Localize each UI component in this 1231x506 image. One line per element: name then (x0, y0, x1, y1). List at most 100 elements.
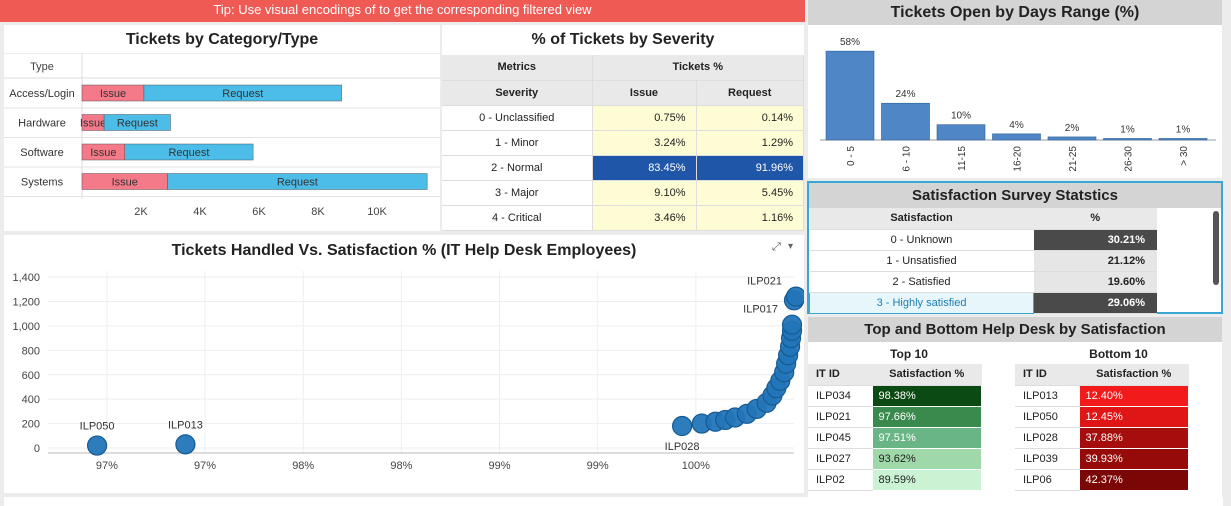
days-bar[interactable] (1103, 138, 1152, 141)
satisfaction-header: Satisfaction (809, 208, 1034, 230)
top-row[interactable]: ILP02 89.59% (808, 468, 982, 491)
bottom-row[interactable]: ILP013 12.40% (1015, 384, 1189, 407)
severity-label: 3 - Major (442, 180, 593, 206)
bar-label: Request (277, 177, 318, 189)
days-bar[interactable] (825, 50, 875, 141)
top-id-cell: ILP02 (808, 469, 872, 491)
scatter-chart: 1,400 1,200 1,000 800 600 400 200 0 97% 97% 98% 98%… (12, 271, 804, 472)
x-tick-label: 4K (193, 206, 207, 218)
x-tick-label: 10K (367, 206, 387, 218)
scatter-point[interactable] (86, 435, 108, 456)
bottom-heading: Bottom 10 (1089, 347, 1148, 361)
top-row[interactable]: ILP027 93.62% (808, 447, 982, 470)
issue-pct-cell[interactable]: 0.75% (592, 105, 697, 131)
top-id-cell: ILP045 (808, 427, 872, 449)
pct-header: % (1033, 208, 1157, 230)
days-bar[interactable] (1158, 138, 1208, 141)
severity-row[interactable]: 1 - Minor 3.24% 1.29% (442, 130, 804, 156)
survey-row[interactable]: 2 - Satisfied 19.60% (809, 271, 1157, 293)
scatter-point[interactable] (671, 415, 693, 437)
survey-pct-cell[interactable]: 30.21% (1033, 229, 1157, 251)
days-category-label: 11-15 (957, 146, 968, 171)
severity-row[interactable]: 0 - Unclassified 0.75% 0.14% (442, 105, 804, 131)
scatter-point[interactable] (785, 286, 804, 307)
tip-banner: Tip: Use visual encodings of to get the … (0, 0, 805, 22)
issue-pct-cell[interactable]: 3.46% (592, 205, 697, 231)
bottom-pct-cell[interactable]: 39.93% (1078, 447, 1189, 470)
bottom-row[interactable]: ILP039 39.93% (1015, 447, 1189, 470)
survey-pct-cell[interactable]: 19.60% (1033, 271, 1157, 293)
bottom-row[interactable]: ILP06 42.37% (1015, 468, 1189, 491)
request-pct-cell[interactable]: 0.14% (696, 105, 804, 131)
survey-table: Satisfaction % 0 - Unknown 30.21% 1 - Unsa… (809, 208, 1157, 314)
severity-table: Metrics Tickets % Severity Issue Request… (442, 55, 804, 231)
days-category-label: 6 - 10 (902, 146, 913, 172)
x-tick-label: 100% (682, 460, 710, 472)
top-pct-cell[interactable]: 93.62% (871, 447, 982, 470)
top-id-cell: ILP027 (808, 448, 872, 470)
issue-pct-cell[interactable]: 83.45% (592, 155, 697, 181)
severity-title: % of Tickets by Severity (531, 31, 715, 48)
days-value-label: 58% (840, 37, 860, 48)
days-value-label: 2% (1065, 123, 1080, 134)
bottom-pct-cell[interactable]: 12.40% (1078, 384, 1189, 407)
category-label: Systems (21, 177, 64, 189)
menu-chevron-down-icon[interactable]: ▾ (788, 241, 793, 252)
y-tick-label: 800 (22, 345, 40, 357)
severity-row[interactable]: 4 - Critical 3.46% 1.16% (442, 205, 804, 231)
request-pct-cell[interactable]: 1.29% (696, 130, 804, 156)
survey-pct-cell[interactable]: 29.06% (1033, 292, 1157, 314)
bar-label: Issue (90, 147, 116, 159)
request-pct-cell[interactable]: 5.45% (696, 180, 804, 206)
days-bar[interactable] (936, 124, 986, 141)
survey-pct-cell[interactable]: 21.12% (1033, 250, 1157, 272)
y-tick-label: 0 (34, 443, 40, 455)
top-row[interactable]: ILP034 98.38% (808, 384, 982, 407)
days-bar[interactable] (881, 102, 930, 141)
survey-row[interactable]: 3 - Highly satisfied 29.06% (809, 291, 1157, 314)
issue-pct-cell[interactable]: 3.24% (592, 130, 697, 156)
days-bar[interactable] (1047, 136, 1097, 141)
severity-row[interactable]: 3 - Major 9.10% 5.45% (442, 180, 804, 206)
top-row[interactable]: ILP021 97.66% (808, 405, 982, 428)
category-label: Software (20, 147, 63, 159)
bar-label: Request (168, 147, 209, 159)
survey-scrollbar[interactable] (1213, 211, 1219, 285)
top-table-wrap: Top 10 IT ID Satisfaction % ILP034 98.38%… (808, 344, 1010, 491)
bottom-row[interactable]: ILP028 37.88% (1015, 426, 1189, 449)
bottom-pct-cell[interactable]: 37.88% (1078, 426, 1189, 449)
request-pct-cell[interactable]: 1.16% (696, 205, 804, 231)
bottom-pct-cell[interactable]: 12.45% (1078, 405, 1189, 428)
issue-pct-cell[interactable]: 9.10% (592, 180, 697, 206)
scatter-point[interactable] (175, 434, 196, 455)
top-pct-header: Satisfaction % (872, 364, 982, 386)
top-pct-cell[interactable]: 97.66% (871, 405, 982, 428)
top-id-cell: ILP034 (808, 385, 872, 407)
severity-label: 4 - Critical (442, 205, 593, 231)
scatter-point[interactable] (781, 314, 803, 335)
expand-icon[interactable]: ⤢ (772, 241, 781, 254)
top-row[interactable]: ILP045 97.51% (808, 426, 982, 449)
top-pct-cell[interactable]: 89.59% (871, 468, 982, 491)
survey-row[interactable]: 0 - Unknown 30.21% (809, 229, 1157, 251)
severity-panel: % of Tickets by Severity Metrics Tickets… (442, 25, 804, 231)
survey-label: 3 - Highly satisfied (809, 291, 1034, 314)
request-pct-cell[interactable]: 91.96% (696, 155, 804, 181)
bottom-pct-cell[interactable]: 42.37% (1078, 468, 1189, 491)
top-pct-cell[interactable]: 97.51% (871, 426, 982, 449)
severity-label: 0 - Unclassified (442, 105, 593, 131)
days-value-label: 1% (1120, 124, 1135, 135)
top-pct-cell[interactable]: 98.38% (871, 384, 982, 407)
bar-label: Issue (100, 88, 126, 100)
y-tick-label: 200 (22, 419, 40, 431)
survey-row[interactable]: 1 - Unsatisfied 21.12% (809, 250, 1157, 272)
days-value-label: 24% (895, 89, 915, 100)
bottom-row[interactable]: ILP050 12.45% (1015, 405, 1189, 428)
issue-header: Issue (592, 80, 697, 106)
point-label: ILP013 (168, 419, 203, 431)
y-tick-label: 1,400 (12, 272, 40, 284)
top-id-cell: ILP021 (808, 406, 872, 428)
days-bar[interactable] (992, 133, 1041, 141)
bar-label: Request (117, 118, 158, 130)
severity-row[interactable]: 2 - Normal 83.45% 91.96% (442, 155, 804, 181)
